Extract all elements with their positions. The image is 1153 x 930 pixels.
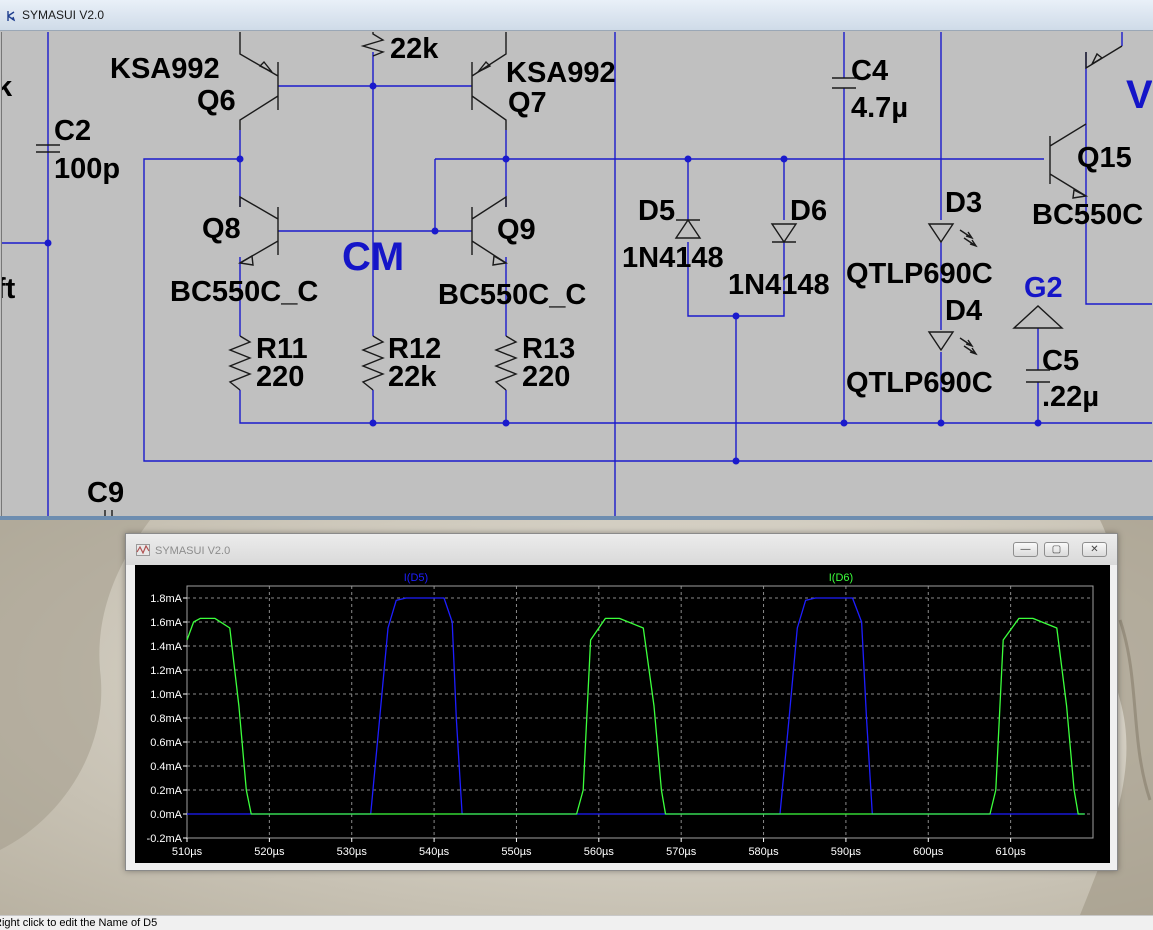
q15-name-label[interactable]: Q15 (1077, 142, 1132, 174)
x-tick-label-6: 570µs (666, 846, 697, 858)
led-d3-symbol[interactable] (927, 223, 978, 248)
schematic-canvas[interactable]: 22k KSA992 Q6 KSA992 Q7 C2 100p C4 4.7µ … (1, 32, 1152, 516)
q7-name-label[interactable]: Q7 (508, 87, 547, 119)
resistor-r12-symbol[interactable] (361, 335, 385, 391)
minimize-icon: — (1020, 544, 1031, 555)
q8-part-label[interactable]: BC550C_C (170, 276, 318, 308)
waveform-titlebar[interactable]: SYMASUI V2.0 — ▢ ✕ (126, 534, 1117, 565)
x-tick-label-8: 590µs (831, 846, 862, 858)
c2-value-label[interactable]: 100p (54, 153, 120, 185)
q9-part-label[interactable]: BC550C_C (438, 279, 586, 311)
maximize-button[interactable]: ▢ (1044, 542, 1069, 557)
x-tick-label-4: 550µs (501, 846, 532, 858)
c9-name-label[interactable]: C9 (87, 477, 124, 509)
close-icon: ✕ (1090, 544, 1099, 555)
left-fragment-ft[interactable]: ft (2, 273, 16, 305)
y-tick-label-1: 0.0mA (150, 809, 182, 821)
d6-name-label[interactable]: D6 (790, 195, 827, 227)
transistor-q8-symbol[interactable] (237, 195, 279, 266)
y-tick-label-8: 1.4mA (150, 641, 182, 653)
minimize-button[interactable]: — (1013, 542, 1038, 557)
trace-name-id5[interactable]: I(D5) (404, 572, 428, 584)
waveform-window: SYMASUI V2.0 — ▢ ✕ 510µs 520µs 530µs 540µs 5… (125, 533, 1118, 871)
q8-name-label[interactable]: Q8 (202, 213, 241, 245)
schematic-app-icon (7, 11, 16, 22)
chart-trace-names[interactable]: I(D5) I(D6) (404, 572, 853, 584)
d4-part-label[interactable]: QTLP690C (846, 367, 993, 399)
waveform-plot-area[interactable]: 510µs 520µs 530µs 540µs 550µs 560µs 570µs 580µs… (135, 565, 1110, 863)
q15-part-label[interactable]: BC550C (1032, 199, 1143, 231)
q6-name-label[interactable]: Q6 (197, 85, 236, 117)
y-tick-label-2: 0.2mA (150, 785, 182, 797)
plot-frame (186, 585, 1094, 839)
status-bar: Right click to edit the Name of D5 (0, 915, 1153, 930)
c4-name-label[interactable]: C4 (851, 55, 888, 87)
c2-name-label[interactable]: C2 (54, 115, 91, 147)
status-text: Right click to edit the Name of D5 (0, 917, 158, 929)
cm-net-label[interactable]: CM (342, 235, 404, 279)
g2-net-label[interactable]: G2 (1024, 272, 1063, 304)
schematic-titlebar[interactable]: SYMASUI V2.0 (0, 0, 1153, 31)
waveform-chart[interactable]: 510µs 520µs 530µs 540µs 550µs 560µs 570µs 580µs… (135, 565, 1110, 863)
resistor-r11-symbol[interactable] (228, 335, 252, 391)
q9-name-label[interactable]: Q9 (497, 214, 536, 246)
d5-name-label[interactable]: D5 (638, 195, 675, 227)
y-tick-label-6: 1.0mA (150, 689, 182, 701)
x-tick-label-0: 510µs (172, 846, 203, 858)
d4-name-label[interactable]: D4 (945, 295, 982, 327)
trace-name-id6[interactable]: I(D6) (829, 572, 853, 584)
net-flag-g2-symbol[interactable] (1012, 305, 1064, 329)
resistor-r13-symbol[interactable] (494, 335, 518, 391)
y-tick-label-10: 1.8mA (150, 593, 182, 605)
x-tick-label-9: 600µs (913, 846, 944, 858)
resistor-top-value[interactable]: 22k (390, 33, 439, 65)
x-tick-label-3: 540µs (419, 846, 450, 858)
y-tick-label-3: 0.4mA (150, 761, 182, 773)
d6-part-label[interactable]: 1N4148 (728, 269, 830, 301)
q6-part-label[interactable]: KSA992 (110, 53, 220, 85)
chart-frame (186, 585, 1094, 839)
c5-value-label[interactable]: .22µ (1042, 381, 1099, 413)
y-tick-label-7: 1.2mA (150, 665, 182, 677)
c5-name-label[interactable]: C5 (1042, 345, 1079, 377)
d3-part-label[interactable]: QTLP690C (846, 258, 993, 290)
x-tick-label-10: 610µs (996, 846, 1027, 858)
d5-part-label[interactable]: 1N4148 (622, 242, 724, 274)
x-tick-label-2: 530µs (337, 846, 368, 858)
diode-d5-symbol[interactable] (674, 218, 702, 239)
x-tick-label-1: 520µs (254, 846, 285, 858)
transistor-q7-symbol[interactable] (471, 32, 507, 130)
maximize-icon: ▢ (1051, 544, 1062, 555)
schematic-window: SYMASUI V2.0 22k KSA992 Q6 KSA992 Q7 C2 … (0, 0, 1153, 520)
d3-name-label[interactable]: D3 (945, 187, 982, 219)
left-fragment-k[interactable]: k (2, 71, 13, 103)
r11-value-label[interactable]: 220 (256, 361, 304, 393)
y-tick-label-0: -0.2mA (147, 833, 183, 845)
schematic-window-title: SYMASUI V2.0 (22, 8, 105, 22)
close-button[interactable]: ✕ (1082, 542, 1107, 557)
transistor-q6-symbol[interactable] (239, 32, 279, 130)
transistor-q13-symbol[interactable] (1085, 45, 1123, 70)
c4-value-label[interactable]: 4.7µ (851, 92, 908, 124)
waveform-window-title: SYMASUI V2.0 (155, 545, 231, 557)
led-d4-symbol[interactable] (927, 331, 978, 356)
schematic-drawing[interactable]: 22k KSA992 Q6 KSA992 Q7 C2 100p C4 4.7µ … (2, 32, 1152, 516)
r13-value-label[interactable]: 220 (522, 361, 570, 393)
y-tick-label-4: 0.6mA (150, 737, 182, 749)
q7-part-label[interactable]: KSA992 (506, 57, 616, 89)
y-tick-label-5: 0.8mA (150, 713, 182, 725)
x-tick-label-7: 580µs (748, 846, 779, 858)
chart-traces[interactable] (186, 597, 1085, 815)
r12-value-label[interactable]: 22k (388, 361, 437, 393)
trace-id6[interactable] (186, 617, 1085, 815)
waveform-app-icon (136, 544, 150, 556)
chart-grid (186, 586, 1093, 839)
y-tick-label-9: 1.6mA (150, 617, 182, 629)
trace-id5[interactable] (187, 597, 1085, 815)
right-fragment-v[interactable]: V (1126, 73, 1152, 117)
x-tick-label-5: 560µs (584, 846, 615, 858)
